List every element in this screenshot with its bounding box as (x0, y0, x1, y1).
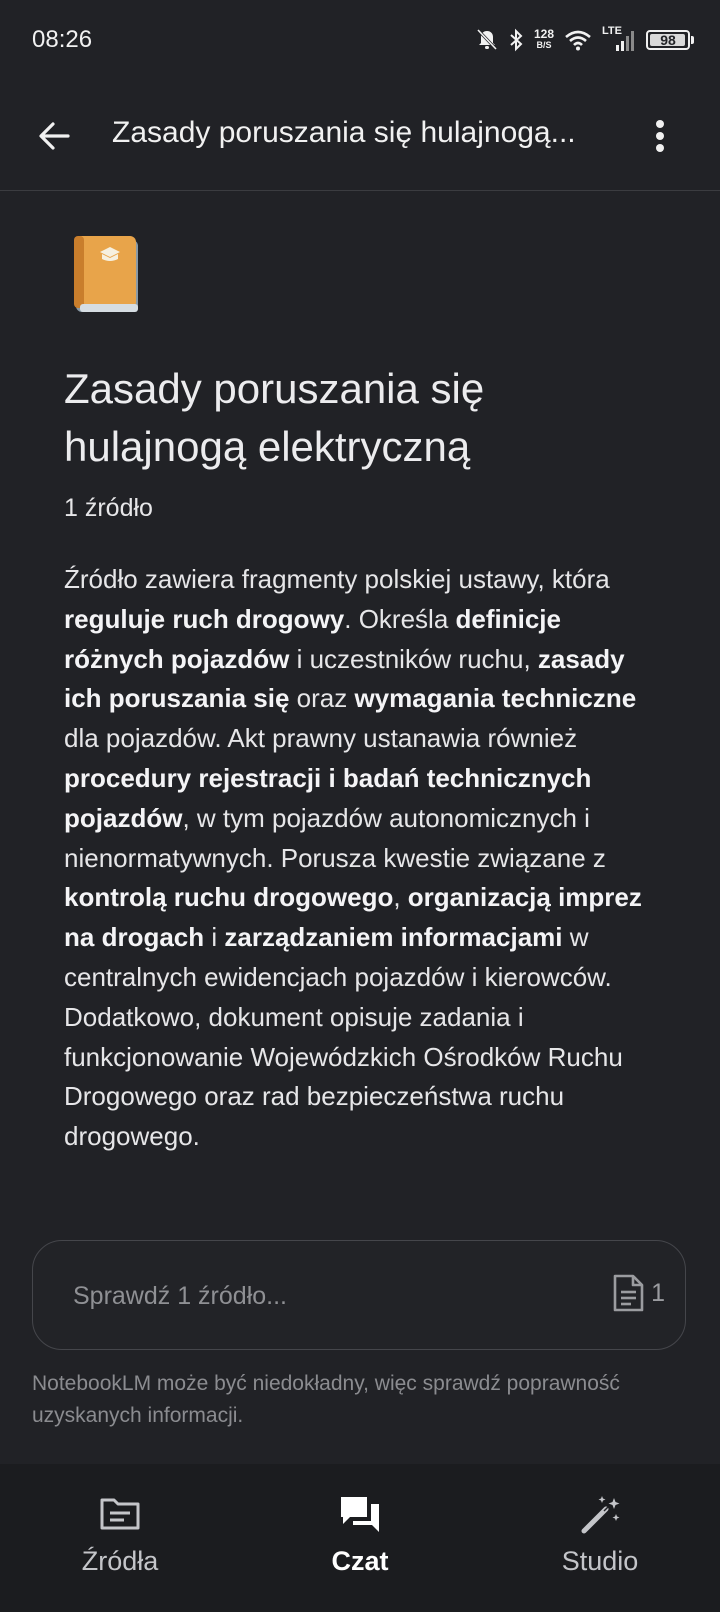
more-options-button[interactable] (636, 112, 684, 160)
bluetooth-icon (508, 28, 524, 52)
bottom-navigation: Źródła Czat Studio (0, 1464, 720, 1612)
summary-text: Źródło zawiera fragmenty polskiej ustawy… (64, 564, 610, 594)
signal-icon: LTE (602, 25, 636, 53)
nav-sources-tab[interactable]: Źródła (30, 1494, 210, 1594)
status-time: 08:26 (32, 26, 93, 53)
summary-text: . Określa (344, 603, 456, 634)
notebook-book-icon (74, 236, 144, 316)
nav-sources-label: Źródła (81, 1546, 159, 1576)
disclaimer-text: NotebookLM może być niedokładny, więc sp… (32, 1372, 620, 1427)
summary-highlight: kontrolą ruchu drogowego (64, 882, 394, 913)
document-icon (613, 1274, 644, 1312)
summary-highlight: wymagania techniczne (354, 683, 637, 714)
nav-chat-tab[interactable]: Czat (270, 1494, 450, 1594)
nav-studio-label: Studio (561, 1546, 639, 1576)
chat-query-box[interactable]: 1 (32, 1240, 686, 1350)
summary-text: i (204, 922, 225, 953)
battery-icon: 98 (646, 30, 690, 50)
battery-tip (691, 36, 694, 44)
chat-icon (341, 1497, 379, 1532)
summary-text: w centralnych ewidencjach pojazdów i kie… (64, 922, 623, 1152)
summary-text: , (393, 882, 408, 913)
notebook-title: Zasady poruszania się hulajnogą elektryc… (64, 365, 485, 470)
wifi-icon (564, 29, 592, 51)
source-selector-chip[interactable]: 1 (611, 1273, 665, 1313)
net-speed-value: 128 (533, 27, 554, 41)
summary-text: dla pojazdów. Akt prawny ustanawia równi… (64, 723, 578, 754)
summary-text: i uczestników ruchu, (289, 643, 538, 674)
notebook-title-bar: Zasady poruszania się hulajnogą... (112, 116, 576, 149)
bell-off-icon (476, 28, 498, 52)
back-button[interactable] (30, 112, 78, 160)
status-icons: 128 B/S LTE 98 (476, 24, 694, 56)
summary-highlight: reguluje ruch drogowy (64, 603, 345, 634)
nav-chat-label: Czat (331, 1546, 389, 1576)
net-speed: 128 B/S (533, 27, 554, 51)
net-speed-unit: B/S (536, 40, 552, 50)
magic-wand-icon (581, 1496, 620, 1534)
summary-text: oraz (289, 683, 355, 714)
more-vert-icon (656, 120, 664, 152)
app-bar: Zasady poruszania się hulajnogą... (0, 82, 720, 191)
arrow-back-icon (39, 122, 70, 150)
sources-icon (100, 1498, 140, 1530)
notebook-summary: Źródło zawiera fragmenty polskiej ustawy… (64, 560, 664, 1157)
battery-level: 98 (660, 32, 676, 48)
source-count: 1 źródło (64, 494, 153, 522)
nav-studio-tab[interactable]: Studio (510, 1494, 690, 1594)
summary-highlight: zarządzaniem informacjami (224, 922, 563, 953)
source-chip-count: 1 (651, 1278, 665, 1307)
chat-input[interactable] (71, 1275, 535, 1317)
status-bar: 08:26 128 B/S LTE 98 (0, 0, 720, 82)
